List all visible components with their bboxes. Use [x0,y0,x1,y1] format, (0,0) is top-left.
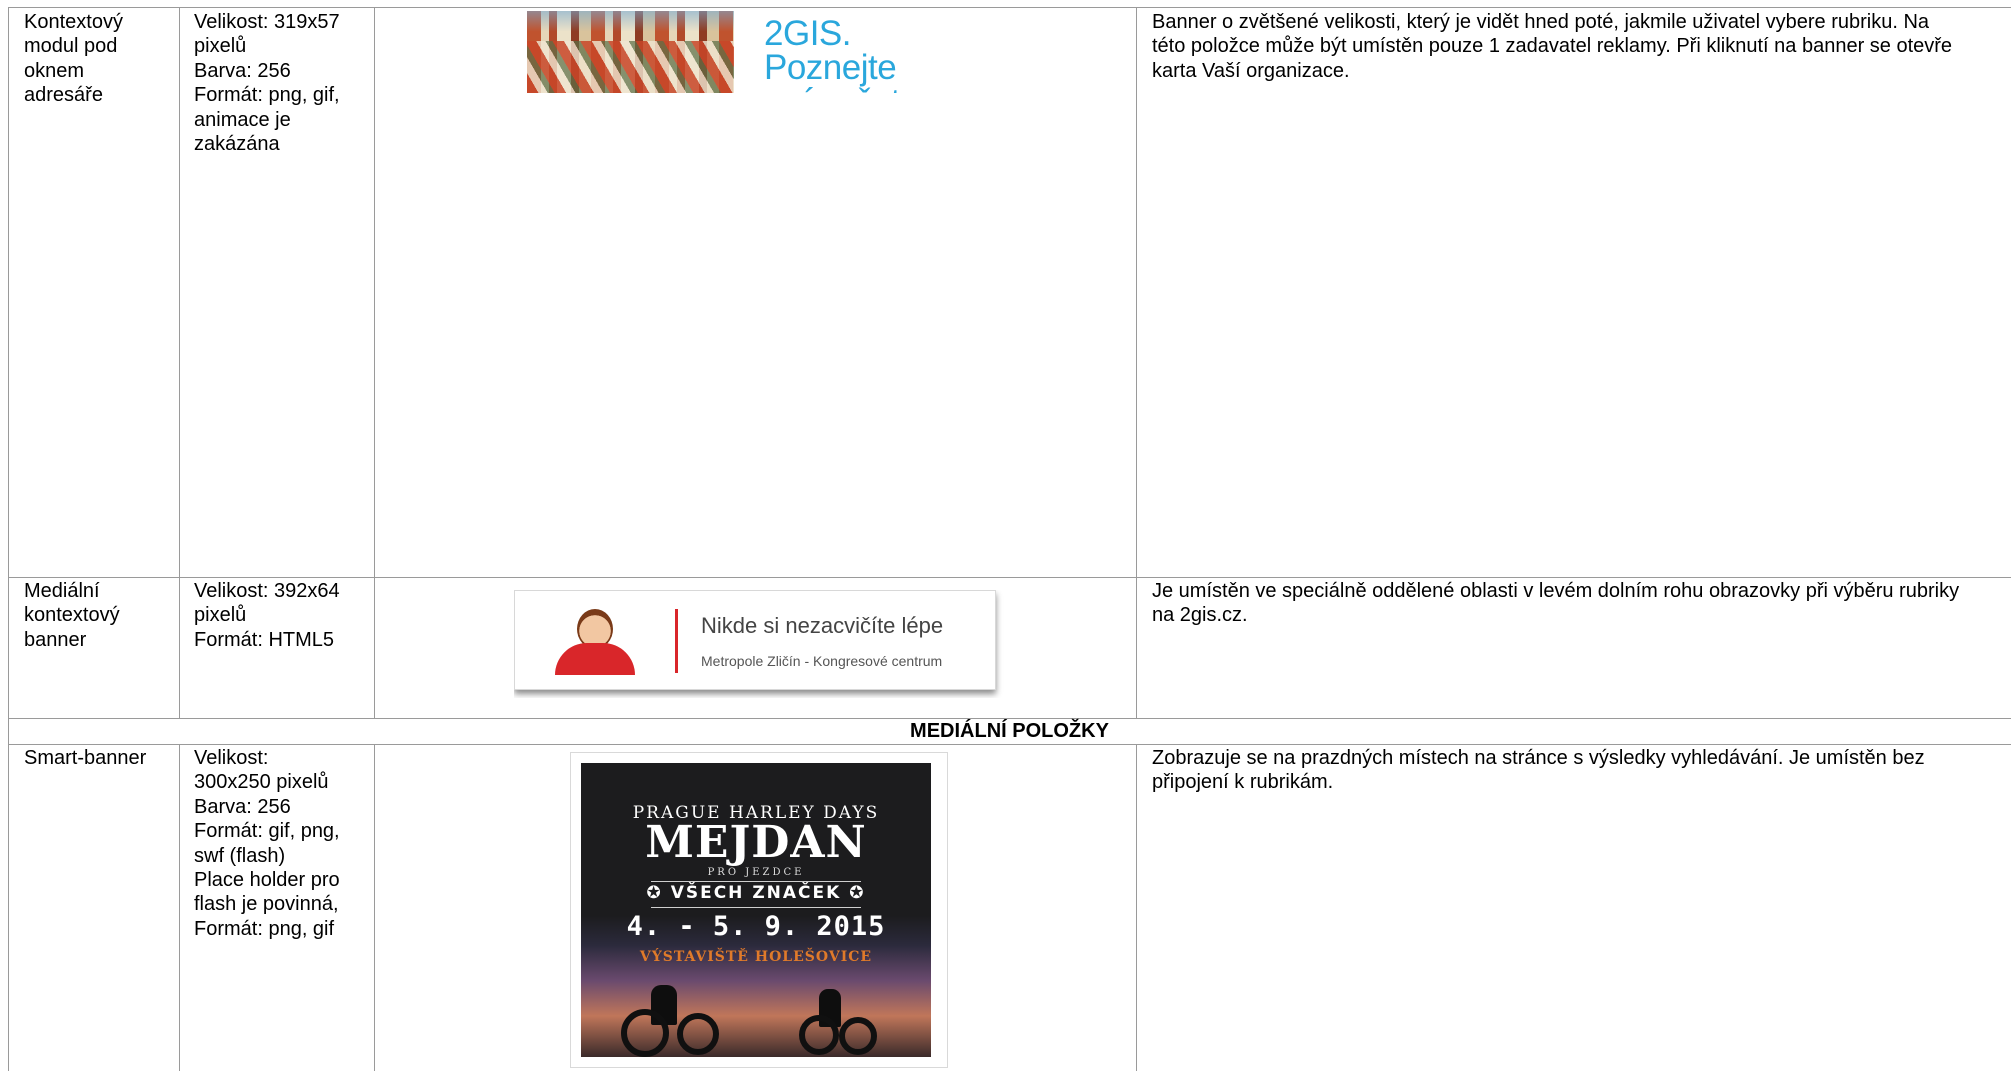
row-description: Je umístěn ve speciálně oddělené oblasti… [1152,580,1960,627]
column-divider [179,744,180,1071]
media-context-banner-image: Nikde si nezacvičíte lépe Metropole Zlič… [514,590,1004,698]
table-left-border [8,7,9,1071]
motorcycle-wheel [621,1009,669,1057]
poster-rule [651,907,861,908]
row-divider [8,577,2011,578]
poster-rule [651,881,861,882]
column-divider [374,7,375,718]
row-specs: Velikost: 319x57 pixelů Barva: 256 Formá… [194,11,340,156]
document-page: Kontextový modul pod oknem adresáře Veli… [0,0,2011,1071]
column-divider [374,744,375,1071]
poster-small-text: PRO JEZDCE [707,867,805,878]
banner-divider [675,609,678,673]
poster-date: 4. - 5. 9. 2015 [626,911,886,942]
row-description: Banner o zvětšené velikosti, který je vi… [1152,11,1953,82]
smart-banner-image: PRAGUE HARLEY DAYS MEJDAN PRO JEZDCE ✪ V… [570,752,948,1068]
context-module-banner-image: 2GIS. Poznejte své město [527,11,983,93]
row-specs: Velikost: 392x64 pixelů Formát: HTML5 [194,580,340,651]
event-poster: PRAGUE HARLEY DAYS MEJDAN PRO JEZDCE ✪ V… [581,763,931,1057]
city-photo [527,11,734,93]
banner-tagline: 2GIS. Poznejte své město [764,14,920,93]
table-top-border [8,7,2011,8]
poster-title: MEJDAN [645,817,867,868]
row-name: Mediální kontextový banner [24,580,120,651]
banner-card: Nikde si nezacvičíte lépe Metropole Zlič… [514,590,996,690]
column-divider [1136,7,1137,718]
section-header: MEDIÁLNÍ POLOŽKY [910,720,1109,742]
row-description: Zobrazuje se na prazdných místech na str… [1152,747,1925,794]
poster-subtitle: ✪ VŠECH ZNAČEK ✪ [646,883,866,903]
poster-frame: PRAGUE HARLEY DAYS MEJDAN PRO JEZDCE ✪ V… [570,752,948,1068]
row-name: Smart-banner [24,747,147,769]
poster-venue: VÝSTAVIŠTĚ HOLEŠOVICE [639,949,873,965]
row-divider [8,744,2011,745]
row-name: Kontextový modul pod oknem adresáře [24,11,123,107]
column-divider [179,7,180,718]
motorcycle-wheel [799,1015,839,1055]
row-specs: Velikost: 300x250 pixelů Barva: 256 Form… [194,747,340,940]
motorcycle-wheel [677,1013,719,1055]
banner-title: Nikde si nezacvičíte lépe [701,613,944,638]
person-avatar [555,609,635,675]
column-divider [1136,744,1137,1071]
motorcycle-wheel [839,1017,877,1055]
banner-subtitle: Metropole Zličín - Kongresové centrum [701,653,943,669]
